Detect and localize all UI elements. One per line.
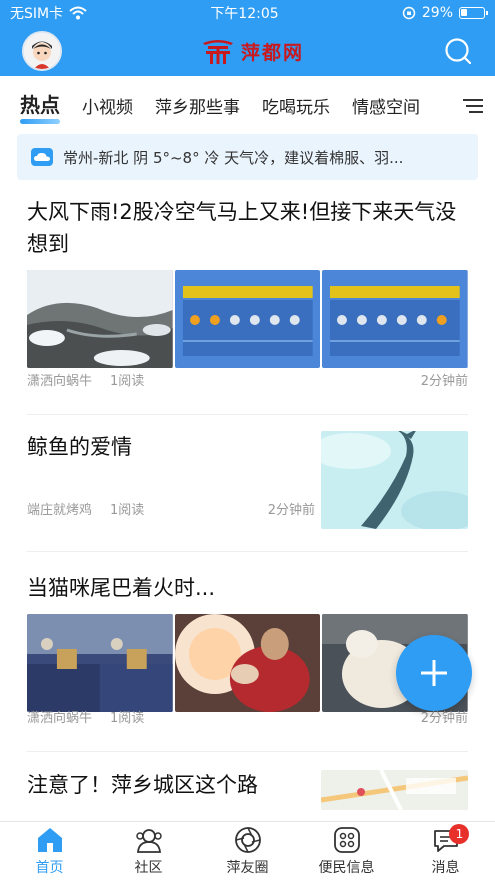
article-meta: 潇洒向蜗牛 1阅读 2分钟前: [27, 370, 468, 389]
clock-text: 下午12:05: [210, 6, 279, 22]
nav-home[interactable]: 首页: [0, 822, 99, 881]
article-source: 潇洒向蜗牛: [27, 374, 93, 389]
article-item[interactable]: 注意了！萍乡城区这个路: [27, 752, 468, 812]
tab-short-video[interactable]: 小视频: [82, 93, 133, 118]
cloud-icon: [31, 148, 53, 166]
tab-hot[interactable]: 热点: [20, 89, 60, 124]
nav-community-label: 社区: [134, 860, 163, 876]
article-meta: 端庄就烤鸡 1阅读 2分钟前: [27, 499, 315, 518]
services-icon: [333, 827, 360, 853]
article-item[interactable]: 大风下雨!2股冷空气马上又来!但接下来天气没想到 潇洒向蜗牛 1阅读 2分钟前: [27, 180, 469, 415]
nav-services[interactable]: 便民信息: [297, 822, 396, 881]
status-bar: 无SIM卡 下午12:05 29%: [0, 0, 495, 26]
nav-messages-label: 消息: [431, 860, 460, 876]
weather-text: 常州-新北 阴 5°~8° 冷 天气冷，建议着棉服、羽...: [63, 148, 404, 167]
rotation-lock-icon: [402, 6, 416, 20]
menu-icon[interactable]: [463, 98, 483, 114]
article-reads: 1阅读: [110, 711, 145, 726]
friends-circle-icon: [234, 827, 261, 853]
avatar[interactable]: [22, 31, 62, 71]
battery-icon: [459, 7, 488, 19]
app-screen: 无SIM卡 下午12:05 29% 萍都网 热点 小视频 萍乡那些事 吃喝玩乐 …: [0, 0, 495, 881]
article-reads: 1阅读: [110, 374, 145, 389]
weather-forecast-image-2: [322, 270, 469, 368]
user-avatar-icon: [24, 33, 60, 69]
article-meta: 潇洒向蜗牛 1阅读 2分钟前: [27, 707, 468, 726]
nav-home-label: 首页: [35, 860, 64, 876]
app-header: 无SIM卡 下午12:05 29% 萍都网: [0, 0, 495, 76]
category-tabs: 热点 小视频 萍乡那些事 吃喝玩乐 情感空间: [0, 76, 495, 128]
plus-icon: [421, 660, 447, 686]
news-feed: 大风下雨!2股冷空气马上又来!但接下来天气没想到 潇洒向蜗牛 1阅读 2分钟前 …: [0, 180, 495, 812]
nav-community[interactable]: 社区: [99, 822, 198, 881]
community-icon: [135, 829, 162, 853]
add-post-button[interactable]: [396, 635, 472, 711]
article-reads: 1阅读: [110, 503, 145, 518]
article-time: 2分钟前: [420, 374, 468, 389]
nav-messages[interactable]: 消息 1: [396, 822, 495, 881]
article-time: 2分钟前: [267, 503, 315, 518]
app-logo: 萍都网: [201, 37, 304, 65]
battery-percent: 29%: [421, 5, 453, 21]
weather-forecast-image: [174, 270, 321, 368]
wifi-icon: [69, 6, 87, 20]
article-title: 当猫咪尾巴着火时...: [27, 576, 216, 600]
nav-friends-circle-label: 萍友圈: [226, 860, 269, 876]
nav-friends-circle[interactable]: 萍友圈: [198, 822, 297, 881]
article-source: 潇洒向蜗牛: [27, 711, 93, 726]
bottom-nav: 首页 社区 萍友圈 便民信息 消息 1: [0, 821, 495, 881]
article-source: 端庄就烤鸡: [27, 503, 93, 518]
tab-food-fun[interactable]: 吃喝玩乐: [262, 93, 330, 118]
logo-text: 萍都网: [240, 41, 304, 64]
message-badge: 1: [449, 824, 470, 844]
map-image: [321, 770, 468, 810]
carrier-text: 无SIM卡: [10, 6, 64, 22]
cat-room-image: [27, 614, 173, 712]
pavilion-logo-icon: [202, 40, 233, 64]
article-title: 大风下雨!2股冷空气马上又来!但接下来天气没想到: [27, 200, 457, 256]
cat-fire-image: [174, 614, 321, 712]
home-icon: [37, 828, 62, 852]
search-icon[interactable]: [443, 36, 473, 66]
tab-pingxiang-stories[interactable]: 萍乡那些事: [155, 93, 240, 118]
tabs-menu-area: [425, 76, 495, 128]
article-images: [27, 270, 469, 368]
whale-image: [321, 431, 468, 529]
tab-emotion[interactable]: 情感空间: [352, 93, 420, 118]
weather-bar[interactable]: 常州-新北 阴 5°~8° 冷 天气冷，建议着棉服、羽...: [17, 134, 478, 180]
nav-services-label: 便民信息: [318, 860, 375, 876]
snow-stream-image: [27, 270, 173, 368]
article-item[interactable]: 鲸鱼的爱情 端庄就烤鸡 1阅读 2分钟前: [27, 415, 468, 552]
